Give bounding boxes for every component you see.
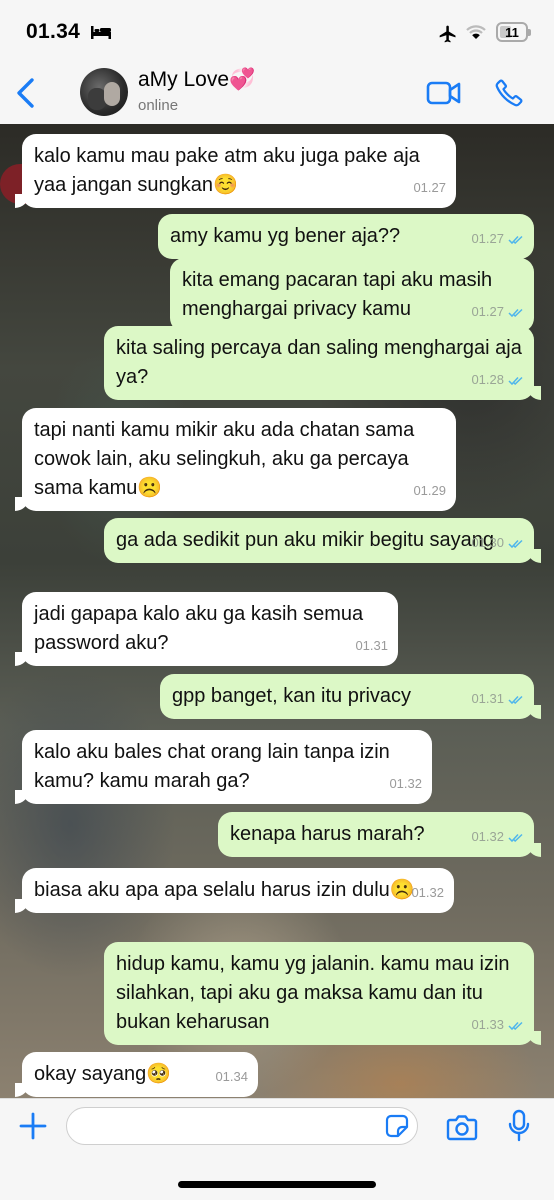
message-text: hidup kamu, kamu yg jalanin. kamu mau iz… bbox=[116, 953, 510, 1033]
message-bubble[interactable]: kita emang pacaran tapi aku masih mengha… bbox=[170, 258, 534, 332]
attach-plus-icon[interactable] bbox=[18, 1111, 48, 1141]
video-call-icon[interactable] bbox=[426, 80, 462, 106]
home-indicator bbox=[178, 1181, 376, 1188]
message-text: kalo kamu mau pake atm aku juga pake aja… bbox=[34, 145, 420, 196]
message-text: kita saling percaya dan saling mengharga… bbox=[116, 337, 522, 388]
message-time: 01.34 bbox=[215, 1069, 248, 1084]
message-time: 01.32 bbox=[389, 776, 422, 791]
message-text: biasa aku apa apa selalu harus izin dulu… bbox=[34, 879, 415, 901]
message-bubble[interactable]: gpp banget, kan itu privacy 01.31 bbox=[160, 674, 541, 719]
read-receipt-icon bbox=[508, 235, 523, 244]
message-composer bbox=[0, 1098, 554, 1200]
message-bubble[interactable]: okay sayang🥺 01.34 bbox=[15, 1052, 258, 1097]
read-receipt-icon bbox=[508, 376, 523, 385]
sleep-focus-icon bbox=[91, 26, 111, 39]
message-time: 01.29 bbox=[413, 483, 446, 498]
contact-avatar[interactable] bbox=[80, 68, 128, 116]
contact-status: online bbox=[138, 97, 179, 114]
message-text: kalo aku bales chat orang lain tanpa izi… bbox=[34, 741, 390, 792]
read-receipt-icon bbox=[508, 539, 523, 548]
message-time: 01.28 bbox=[471, 372, 504, 387]
read-receipt-icon bbox=[508, 308, 523, 317]
read-receipt-icon bbox=[508, 695, 523, 704]
message-bubble[interactable]: kalo aku bales chat orang lain tanpa izi… bbox=[15, 730, 432, 804]
message-time: 01.27 bbox=[471, 231, 504, 246]
phone-call-icon[interactable] bbox=[494, 78, 524, 108]
message-bubble[interactable]: kenapa harus marah? 01.32 bbox=[218, 812, 541, 857]
message-time: 01.32 bbox=[411, 885, 444, 900]
message-time: 01.27 bbox=[471, 304, 504, 319]
message-bubble[interactable]: kalo kamu mau pake atm aku juga pake aja… bbox=[15, 134, 456, 208]
message-text: ga ada sedikit pun aku mikir begitu saya… bbox=[116, 529, 495, 551]
airplane-mode-icon bbox=[439, 25, 456, 43]
microphone-icon[interactable] bbox=[508, 1109, 530, 1143]
message-bubble[interactable]: kita saling percaya dan saling mengharga… bbox=[104, 326, 541, 400]
status-bar: 01.34 11 bbox=[0, 0, 554, 62]
message-time: 01.31 bbox=[471, 691, 504, 706]
message-bubble[interactable]: hidup kamu, kamu yg jalanin. kamu mau iz… bbox=[104, 942, 541, 1045]
contact-name[interactable]: aMy Love💞 bbox=[138, 68, 255, 92]
message-bubble[interactable]: jadi gapapa kalo aku ga kasih semua pass… bbox=[15, 592, 398, 666]
read-receipt-icon bbox=[508, 1021, 523, 1030]
message-bubble[interactable]: ga ada sedikit pun aku mikir begitu saya… bbox=[104, 518, 541, 563]
message-time: 01.31 bbox=[355, 638, 388, 653]
message-time: 01.30 bbox=[471, 535, 504, 550]
clock: 01.34 bbox=[26, 20, 81, 43]
message-time: 01.32 bbox=[471, 829, 504, 844]
chat-header: aMy Love💞 online bbox=[0, 62, 554, 125]
message-bubble[interactable]: biasa aku apa apa selalu harus izin dulu… bbox=[15, 868, 454, 913]
message-input[interactable] bbox=[66, 1107, 418, 1145]
camera-icon[interactable] bbox=[446, 1113, 478, 1141]
message-bubble[interactable]: tapi nanti kamu mikir aku ada chatan sam… bbox=[15, 408, 456, 511]
chat-area[interactable]: kalo kamu mau pake atm aku juga pake aja… bbox=[0, 124, 554, 1098]
read-receipt-icon bbox=[508, 833, 523, 842]
wifi-icon bbox=[466, 25, 486, 39]
battery-level: 11 bbox=[505, 25, 519, 40]
back-chevron-icon[interactable] bbox=[12, 76, 38, 110]
sticker-icon[interactable] bbox=[385, 1114, 409, 1138]
message-time: 01.27 bbox=[413, 180, 446, 195]
message-time: 01.33 bbox=[471, 1017, 504, 1032]
message-text: jadi gapapa kalo aku ga kasih semua pass… bbox=[34, 603, 364, 654]
battery-indicator: 11 bbox=[496, 22, 531, 42]
message-bubble[interactable]: amy kamu yg bener aja?? 01.27 bbox=[158, 214, 534, 259]
message-text: tapi nanti kamu mikir aku ada chatan sam… bbox=[34, 419, 415, 499]
